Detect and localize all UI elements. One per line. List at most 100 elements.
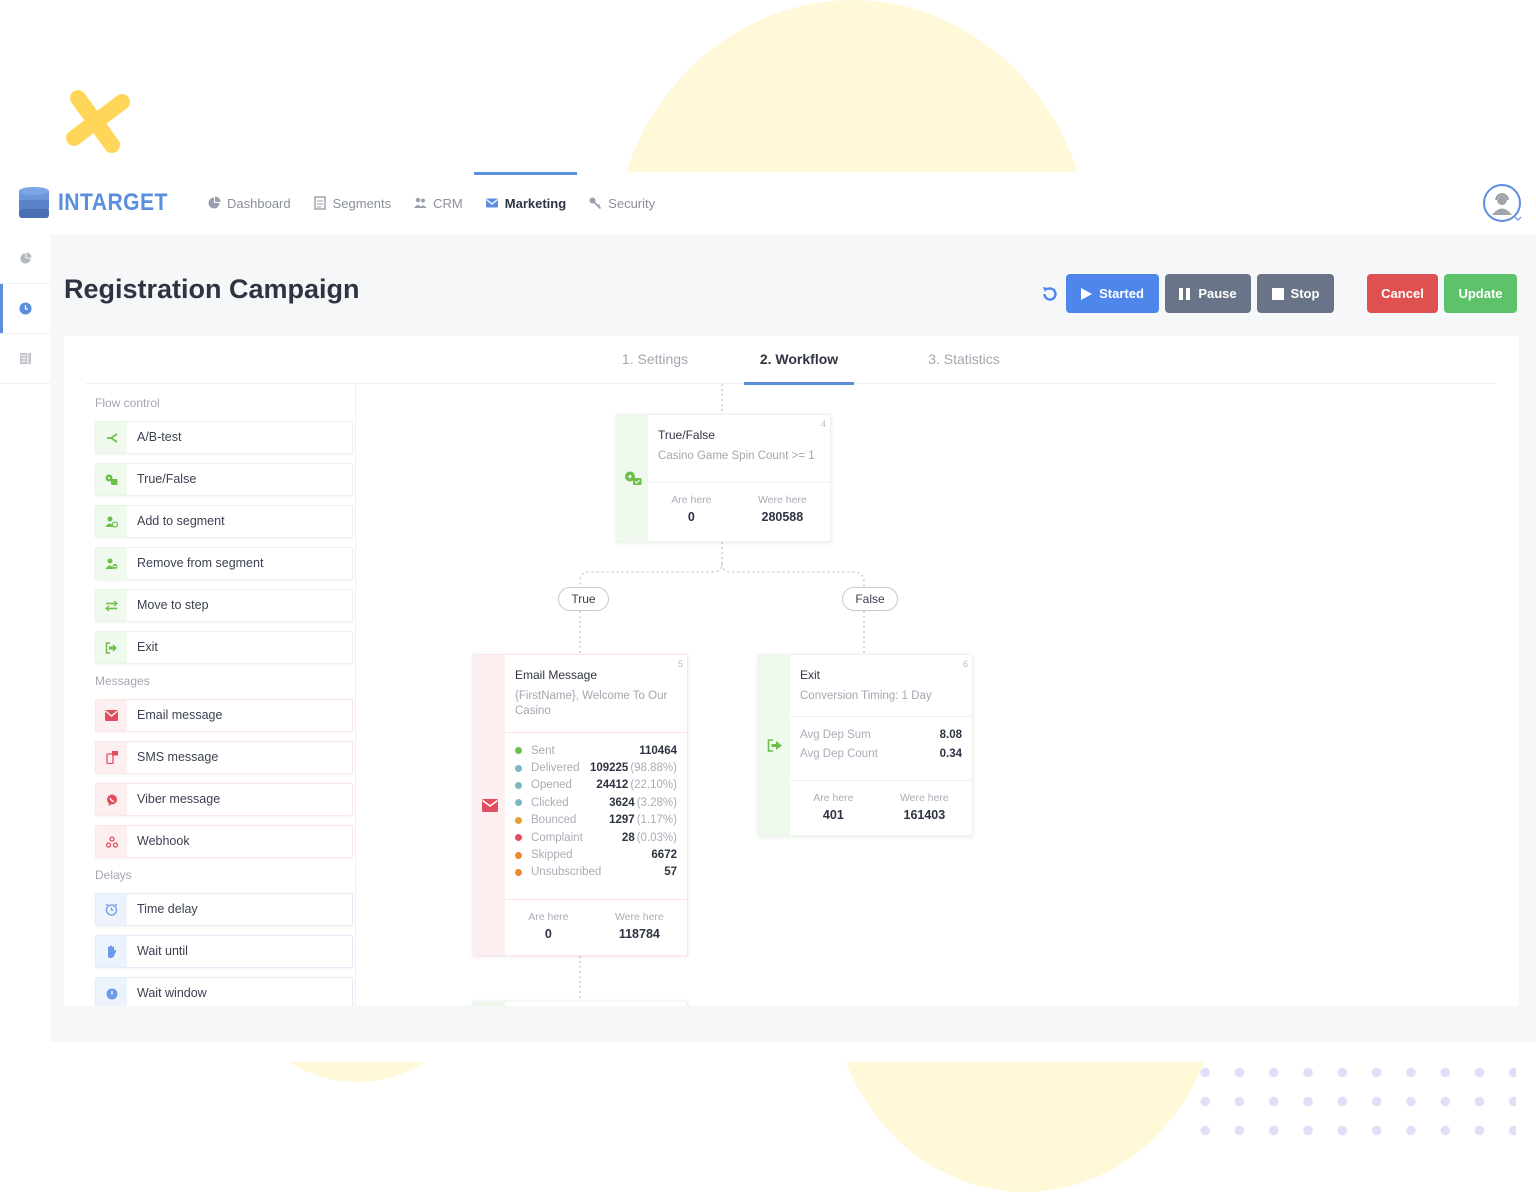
swap-icon: [105, 600, 118, 611]
connector-line: [721, 563, 865, 588]
key-icon: [589, 197, 602, 210]
status-dot-icon: [515, 816, 522, 824]
workflow-node-next[interactable]: [473, 1001, 688, 1006]
stat-percent: (0.03%): [636, 831, 677, 844]
decorative-blob: [232, 1062, 482, 1082]
branch-true-label[interactable]: True: [558, 587, 609, 611]
status-dot-icon: [515, 851, 522, 859]
viber-icon: [106, 794, 117, 806]
palette-item-ab-test[interactable]: A/B-test: [95, 421, 353, 454]
tab-settings[interactable]: 1. Settings: [600, 336, 710, 384]
nav-label: Marketing: [504, 195, 567, 211]
started-button[interactable]: Started: [1066, 274, 1159, 313]
palette-item-label: Add to segment: [137, 514, 225, 528]
envelope-icon: [485, 198, 498, 208]
stat-label: Sent: [531, 744, 555, 757]
brand-name: INTARGET: [58, 189, 168, 216]
envelope-icon: [481, 798, 498, 812]
sms-icon: [105, 751, 118, 764]
palette-item-webhook[interactable]: Webhook: [95, 825, 353, 858]
node-title: True/False: [658, 428, 715, 442]
palette-item-sms-message[interactable]: SMS message: [95, 741, 353, 774]
workflow-node-true-false[interactable]: 4 True/False Casino Game Spin Count >= 1…: [616, 414, 831, 542]
were-here-label: Were here: [757, 494, 807, 506]
stat-label: Bounced: [531, 814, 577, 827]
stat-value: 24412: [596, 779, 629, 792]
stat-value: 57: [664, 866, 677, 879]
palette-item-label: Wait until: [137, 944, 188, 958]
workflow-panel: 1. Settings 2. Workflow 3. Statistics Fl…: [64, 336, 1519, 1006]
node-title: Exit: [800, 668, 821, 682]
campaign-actions: Started Pause Stop Cancel Update: [1035, 274, 1517, 313]
pause-button[interactable]: Pause: [1165, 274, 1251, 313]
section-title-flow-control: Flow control: [95, 396, 160, 410]
rail-item-reports[interactable]: [0, 334, 50, 384]
pause-label: Pause: [1198, 286, 1237, 301]
rail-item-campaigns[interactable]: [0, 284, 50, 334]
are-here-value: 0: [544, 927, 552, 941]
user-remove-icon: [105, 558, 118, 569]
email-stat-row: Sent 110464: [515, 742, 677, 759]
decorative-dot-grid: [1186, 1058, 1516, 1138]
decorative-cross-icon: [66, 90, 130, 153]
palette-item-remove-from-segment[interactable]: Remove from segment: [95, 547, 353, 580]
node-subtitle: Conversion Timing: 1 Day: [800, 690, 932, 702]
tab-statistics[interactable]: 3. Statistics: [909, 336, 1019, 384]
stop-label: Stop: [1290, 286, 1320, 301]
palette-item-viber-message[interactable]: Viber message: [95, 783, 353, 816]
exit-metrics: Avg Dep Sum 8.08 Avg Dep Count 0.34: [790, 717, 972, 781]
refresh-button[interactable]: [1035, 279, 1065, 309]
campaign-tabs: 1. Settings 2. Workflow 3. Statistics: [86, 336, 1496, 385]
email-stat-row: Opened 24412 (22.10%): [515, 777, 677, 794]
palette-item-label: True/False: [137, 472, 197, 486]
are-here-value: 401: [822, 808, 844, 822]
stop-button[interactable]: Stop: [1257, 274, 1334, 313]
stat-percent: (98.88%): [630, 762, 677, 775]
tab-workflow[interactable]: 2. Workflow: [744, 336, 854, 385]
condition-icon: [105, 474, 118, 485]
nav-item-marketing[interactable]: Marketing: [473, 172, 578, 234]
stat-label: Clicked: [531, 796, 569, 809]
webhook-icon: [105, 835, 118, 848]
metric-label: Avg Dep Sum: [800, 729, 871, 741]
chevron-down-icon[interactable]: [1514, 216, 1522, 222]
palette-item-label: Email message: [137, 708, 223, 722]
palette-item-true-false[interactable]: True/False: [95, 463, 353, 496]
nav-item-crm[interactable]: CRM: [402, 172, 474, 234]
palette-item-email-message[interactable]: Email message: [95, 699, 353, 732]
condition-icon: [624, 471, 641, 485]
palette-item-add-to-segment[interactable]: Add to segment: [95, 505, 353, 538]
split-icon: [106, 432, 117, 443]
stat-percent: (22.10%): [630, 779, 677, 792]
cancel-button[interactable]: Cancel: [1367, 274, 1438, 313]
rail-item-dashboard[interactable]: [0, 234, 50, 284]
envelope-icon: [105, 710, 118, 721]
stat-label: Delivered: [531, 762, 580, 775]
palette-item-exit[interactable]: Exit: [95, 631, 353, 664]
node-number: 5: [677, 659, 683, 669]
palette-item-wait-window[interactable]: Wait window: [95, 977, 353, 1006]
nav-item-security[interactable]: Security: [577, 172, 666, 234]
nav-item-dashboard[interactable]: Dashboard: [196, 172, 302, 234]
branch-false-label[interactable]: False: [842, 587, 898, 611]
stop-icon: [1271, 287, 1284, 300]
stat-value: 1297: [609, 814, 635, 827]
node-subtitle: Casino Game Spin Count >= 1: [658, 450, 815, 462]
brand-logo[interactable]: INTARGET: [18, 186, 183, 220]
section-title-messages: Messages: [95, 674, 150, 688]
document-icon: [313, 196, 326, 210]
stat-percent: (1.17%): [636, 814, 677, 827]
email-stats-list: Sent 110464 Delivered 109225 (98.88%) Opened 2…: [505, 733, 687, 900]
palette-item-move-to-step[interactable]: Move to step: [95, 589, 353, 622]
workflow-node-email-message[interactable]: 5 Email Message {FirstName}, Welcome To …: [473, 654, 688, 956]
were-here-label: Were here: [614, 911, 664, 923]
palette-item-time-delay[interactable]: Time delay: [95, 893, 353, 926]
left-rail: [0, 234, 50, 384]
palette-item-wait-until[interactable]: Wait until: [95, 935, 353, 968]
step-palette: Flow control A/B-test True/False Add to …: [95, 396, 365, 1006]
nav-item-segments[interactable]: Segments: [302, 172, 403, 234]
email-stat-row: Complaint 28 (0.03%): [515, 829, 677, 846]
update-button[interactable]: Update: [1444, 274, 1517, 313]
workflow-node-exit[interactable]: 6 Exit Conversion Timing: 1 Day Avg Dep …: [758, 654, 973, 836]
email-stat-row: Bounced 1297 (1.17%): [515, 812, 677, 829]
